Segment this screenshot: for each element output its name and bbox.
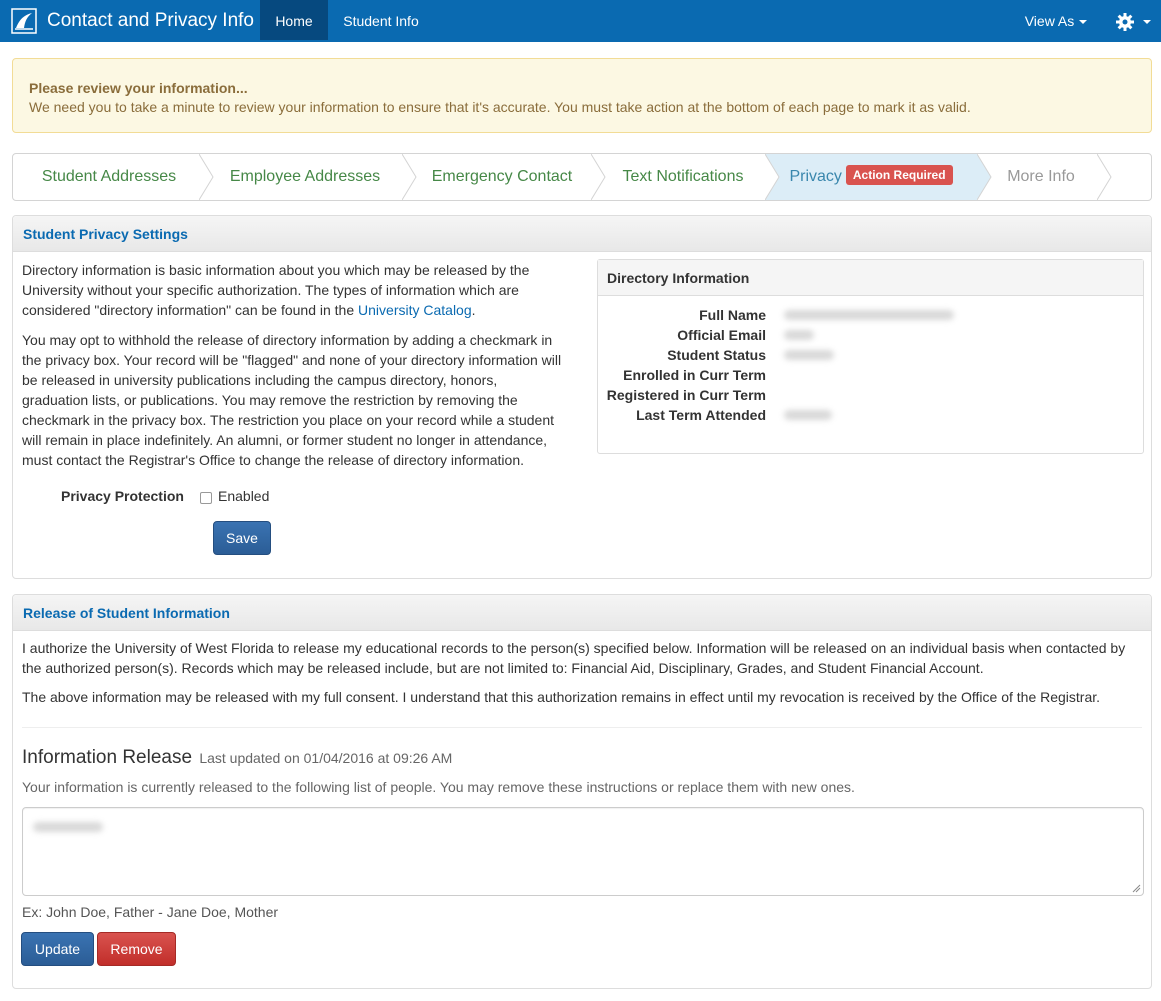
gear-icon bbox=[1115, 13, 1134, 32]
app-title: Contact and Privacy Info bbox=[47, 10, 254, 31]
enrolled-curr-term-label: Enrolled in Curr Term bbox=[623, 367, 766, 383]
step-privacy-label: Privacy bbox=[789, 168, 842, 185]
official-email-label: Official Email bbox=[677, 327, 766, 343]
panel-heading: Release of Student Information bbox=[13, 595, 1151, 631]
update-button[interactable]: Update bbox=[21, 932, 94, 966]
example-help-text: Ex: John Doe, Father - Jane Doe, Mother bbox=[22, 904, 279, 920]
alert-title: Please review your information... bbox=[29, 80, 248, 96]
step-privacy[interactable]: Privacy Action Required bbox=[765, 154, 977, 200]
chevron-right-icon bbox=[1097, 154, 1113, 200]
last-updated-text: Last updated on 01/04/2016 at 09:26 AM bbox=[199, 750, 453, 766]
caret-down-icon bbox=[1143, 20, 1152, 25]
opt-out-paragraph: You may opt to withhold the release of d… bbox=[22, 332, 562, 468]
university-catalog-link[interactable]: University Catalog bbox=[358, 302, 472, 318]
divider bbox=[22, 727, 1142, 728]
step-more-info[interactable]: More Info bbox=[981, 154, 1101, 200]
registered-curr-term-label: Registered in Curr Term bbox=[606, 387, 766, 403]
step-employee-addresses[interactable]: Employee Addresses bbox=[213, 154, 397, 200]
full-name-label: Full Name bbox=[699, 307, 766, 323]
resize-handle-icon[interactable] bbox=[1131, 883, 1141, 893]
last-term-attended-label: Last Term Attended bbox=[636, 407, 766, 423]
save-button[interactable]: Save bbox=[213, 521, 271, 555]
title-text: Information Release bbox=[22, 747, 193, 768]
panel-heading: Student Privacy Settings bbox=[13, 216, 1151, 252]
settings-dropdown[interactable] bbox=[1110, 0, 1156, 40]
directory-heading: Directory Information bbox=[598, 260, 1143, 296]
release-list-textarea[interactable] bbox=[22, 807, 1144, 896]
nav-student-info[interactable]: Student Info bbox=[328, 0, 434, 40]
university-logo-icon bbox=[11, 8, 37, 34]
privacy-settings-panel: Student Privacy Settings Directory infor… bbox=[12, 215, 1152, 579]
release-description: Your information is currently released t… bbox=[22, 779, 855, 795]
directory-information-box: Directory Information Full Name Official… bbox=[597, 259, 1144, 454]
information-release-title: Information Release Last updated on 01/0… bbox=[22, 747, 452, 769]
step-student-addresses[interactable]: Student Addresses bbox=[13, 154, 205, 200]
consent-paragraph: The above information may be released wi… bbox=[22, 689, 1101, 705]
alert-text: We need you to take a minute to review y… bbox=[29, 99, 971, 115]
release-info-panel: Release of Student Information I authori… bbox=[12, 594, 1152, 989]
authorization-paragraph: I authorize the University of West Flori… bbox=[22, 640, 1126, 676]
remove-button[interactable]: Remove bbox=[97, 932, 176, 966]
brand[interactable]: Contact and Privacy Info bbox=[0, 0, 254, 42]
view-as-label: View As bbox=[1024, 13, 1075, 29]
redacted-value bbox=[784, 350, 834, 360]
enabled-label[interactable]: Enabled bbox=[218, 488, 269, 504]
review-alert: Please review your information... We nee… bbox=[12, 58, 1152, 133]
step-emergency-contact[interactable]: Emergency Contact bbox=[416, 154, 588, 200]
wizard-steps: Student Addresses Employee Addresses Eme… bbox=[12, 153, 1152, 201]
redacted-value bbox=[784, 330, 814, 340]
privacy-enabled-checkbox[interactable] bbox=[200, 492, 212, 504]
chevron-right-icon bbox=[765, 154, 781, 200]
redacted-value bbox=[784, 310, 954, 320]
paragraph-text: . bbox=[471, 302, 476, 318]
student-status-label: Student Status bbox=[667, 347, 766, 363]
redacted-value bbox=[33, 822, 103, 832]
directory-info-paragraph: Directory information is basic informati… bbox=[22, 260, 562, 320]
step-text-notifications[interactable]: Text Notifications bbox=[607, 154, 759, 200]
caret-down-icon bbox=[1079, 20, 1088, 25]
nav-home[interactable]: Home bbox=[260, 0, 328, 40]
top-navbar: Contact and Privacy Info Home Student In… bbox=[0, 0, 1161, 42]
chevron-right-icon bbox=[591, 154, 607, 200]
redacted-value bbox=[784, 410, 832, 420]
privacy-protection-label: Privacy Protection bbox=[61, 488, 184, 504]
view-as-dropdown[interactable]: View As bbox=[1013, 0, 1099, 40]
action-required-badge: Action Required bbox=[845, 165, 953, 185]
